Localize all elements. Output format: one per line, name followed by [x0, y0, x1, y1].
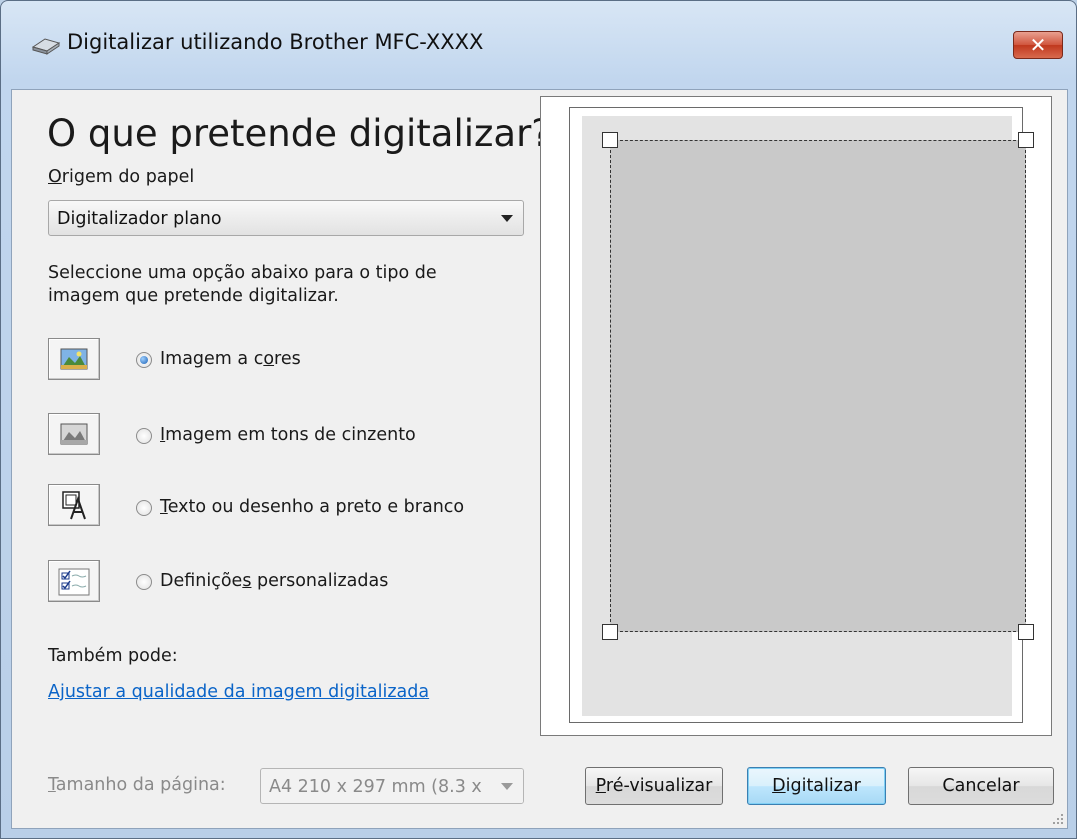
preview-frame	[569, 107, 1034, 723]
preview-button[interactable]: Pré-visualizar	[585, 767, 723, 805]
paper-source-label: Origem do papel	[48, 167, 195, 187]
color-image-label[interactable]: Imagem a cores	[160, 349, 301, 369]
grayscale-image-label[interactable]: Imagem em tons de cinzento	[160, 425, 416, 445]
bw-text-button[interactable]	[48, 484, 100, 526]
crop-handle-bottom-right[interactable]	[1018, 624, 1034, 640]
chevron-down-icon	[501, 783, 513, 790]
cancel-button[interactable]: Cancelar	[908, 767, 1054, 805]
grayscale-picture-icon	[60, 423, 88, 445]
scanner-icon	[31, 38, 61, 55]
color-picture-button[interactable]	[48, 338, 100, 380]
custom-settings-radio[interactable]	[136, 574, 152, 590]
chevron-down-icon	[501, 215, 513, 222]
grayscale-image-radio[interactable]	[136, 428, 152, 444]
window-title: Digitalizar utilizando Brother MFC-XXXX	[67, 30, 484, 54]
color-picture-icon	[60, 348, 88, 370]
bw-text-radio[interactable]	[136, 500, 152, 516]
page-size-label: Tamanho da página:	[48, 775, 226, 795]
preview-paper	[582, 116, 1034, 716]
options-description: Seleccione uma opção abaixo para o tipo …	[48, 263, 437, 306]
color-image-radio[interactable]	[136, 352, 152, 368]
custom-settings-label[interactable]: Definições personalizadas	[160, 571, 388, 591]
bw-text-icon	[62, 491, 86, 520]
custom-settings-button[interactable]	[48, 560, 100, 602]
grayscale-picture-button[interactable]	[48, 413, 100, 455]
crop-handle-bottom-left[interactable]	[602, 624, 618, 640]
bw-text-label[interactable]: Texto ou desenho a preto e branco	[160, 497, 464, 517]
crop-handle-top-left[interactable]	[602, 132, 618, 148]
close-button[interactable]: ✕	[1013, 31, 1063, 59]
paper-source-value: Digitalizador plano	[57, 209, 222, 229]
close-icon: ✕	[1029, 33, 1047, 57]
title-bar[interactable]: Digitalizar utilizando Brother MFC-XXXX …	[1, 1, 1076, 89]
scan-dialog-window: Digitalizar utilizando Brother MFC-XXXX …	[0, 0, 1077, 839]
page-title: O que pretende digitalizar?	[47, 112, 551, 155]
scan-area-selection[interactable]	[610, 140, 1026, 632]
custom-settings-icon	[58, 568, 90, 596]
adjust-quality-link[interactable]: Ajustar a qualidade da imagem digitaliza…	[48, 682, 429, 702]
scan-button[interactable]: Digitalizar	[747, 767, 886, 805]
page-size-value: A4 210 x 297 mm (8.3 x 11.7 polegadas)	[269, 777, 523, 797]
crop-handle-top-right[interactable]	[1018, 132, 1034, 148]
paper-source-dropdown[interactable]: Digitalizador plano	[48, 200, 524, 236]
page-size-dropdown: A4 210 x 297 mm (8.3 x 11.7 polegadas)	[260, 768, 524, 804]
also-can-label: Também pode:	[48, 646, 178, 666]
preview-pane	[540, 96, 1052, 736]
resize-grip[interactable]	[1051, 812, 1063, 824]
dialog-body: O que pretende digitalizar? Origem do pa…	[11, 89, 1068, 829]
